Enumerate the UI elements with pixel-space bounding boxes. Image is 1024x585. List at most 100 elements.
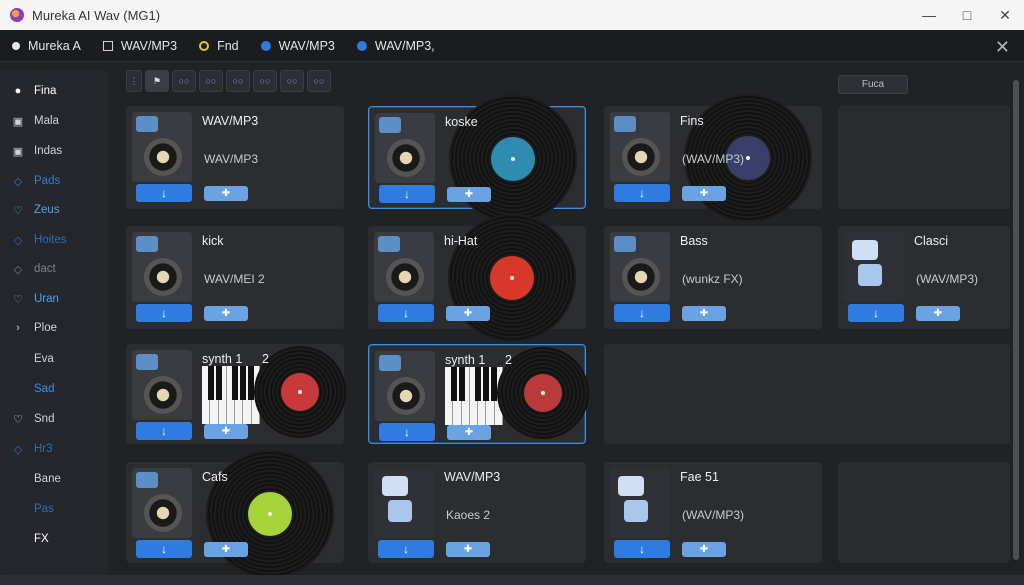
tool-icon[interactable]: ○○ <box>199 70 223 92</box>
add-button[interactable]: ✚ <box>204 186 248 201</box>
sample-card[interactable]: synth 1 2 ↓ ✚ <box>368 344 589 444</box>
sample-card[interactable]: kick WAV/MEI 2 ↓ ✚ <box>126 226 344 329</box>
close-tab-icon[interactable]: ✕ <box>995 37 1010 58</box>
download-button[interactable]: ↓ <box>136 540 192 558</box>
sidebar-item[interactable]: ♡ Snd <box>0 406 108 432</box>
tab-wav-mp3[interactable]: WAV/MP3 <box>91 30 187 62</box>
sample-card[interactable]: WAV/MP3 Kaoes 2 ↓ ✚ <box>368 462 586 563</box>
dot-icon <box>12 41 20 50</box>
add-button[interactable]: ✚ <box>682 542 726 557</box>
minimize-icon[interactable]: — <box>910 0 948 30</box>
add-button[interactable]: ✚ <box>682 306 726 321</box>
download-button[interactable]: ↓ <box>136 184 192 202</box>
sidebar-item[interactable]: Eva <box>0 346 108 372</box>
sidebar-item[interactable]: › Ploe <box>0 315 108 341</box>
add-button[interactable]: ✚ <box>682 186 726 201</box>
tab-wav-mp3-2[interactable]: WAV/MP3 <box>249 30 345 62</box>
sidebar-item-label: FX <box>34 533 49 545</box>
card-title: Clasci <box>914 234 949 248</box>
pointer-tool-icon[interactable]: ⚑ <box>145 70 169 92</box>
add-button[interactable]: ✚ <box>204 424 248 439</box>
sample-thumbnail <box>375 113 435 183</box>
download-button[interactable]: ↓ <box>379 423 435 441</box>
globe-icon <box>356 40 367 51</box>
sample-card[interactable]: Bass (wunkz FX) ↓ ✚ <box>604 226 822 329</box>
tab-find[interactable]: Fnd <box>187 30 249 62</box>
download-button[interactable]: ↓ <box>378 304 434 322</box>
tab-mureka[interactable]: Mureka A <box>0 30 91 62</box>
download-button[interactable]: ↓ <box>848 304 904 322</box>
sidebar-item-icon: ◇ <box>13 263 23 276</box>
sample-card[interactable]: Fae 51 (WAV/MP3) ↓ ✚ <box>604 462 822 563</box>
knob-icon <box>387 139 425 177</box>
card-title: WAV/MP3 <box>202 114 259 128</box>
download-icon: ↓ <box>404 187 410 201</box>
sample-card[interactable]: koske ↓ ✚ <box>368 95 586 223</box>
card-title: synth 1 <box>445 353 486 367</box>
maximize-icon[interactable]: □ <box>948 0 986 30</box>
card-title: Fins <box>680 114 704 128</box>
close-window-icon[interactable]: ✕ <box>986 0 1024 30</box>
sidebar-item[interactable]: ● Fina <box>0 78 108 104</box>
plus-icon: ✚ <box>463 308 473 319</box>
search-button[interactable]: Fuca <box>838 75 908 94</box>
add-button[interactable]: ✚ <box>204 542 248 557</box>
add-button[interactable]: ✚ <box>446 306 490 321</box>
add-button[interactable]: ✚ <box>446 542 490 557</box>
record-hole <box>510 276 514 280</box>
sidebar-item[interactable]: ♡ Uran <box>0 286 108 312</box>
sidebar-item[interactable]: ◇ dact <box>0 256 108 282</box>
knob-icon <box>622 258 660 296</box>
sample-card[interactable]: WAV/MP3 WAV/MP3 ↓ ✚ <box>126 106 344 209</box>
download-button[interactable]: ↓ <box>379 185 435 203</box>
tab-wav-mp3-3[interactable]: WAV/MP3, <box>345 30 445 62</box>
sidebar-item[interactable]: ♡ Zeus <box>0 197 108 223</box>
record-hole <box>298 390 302 394</box>
device-icon <box>379 355 401 371</box>
piano-keys-icon <box>445 367 503 425</box>
sidebar-item[interactable]: Bane <box>0 466 108 492</box>
knob-icon <box>144 494 182 532</box>
sample-card[interactable]: hi-Hat ↓ ✚ <box>368 214 586 342</box>
add-button[interactable]: ✚ <box>204 306 248 321</box>
sidebar-item[interactable]: ◇ Hoites <box>0 227 108 253</box>
tool-icon[interactable]: ○○ <box>172 70 196 92</box>
tab-bar: Mureka A WAV/MP3 Fnd WAV/MP3 WAV/MP3, ✕ <box>0 30 1024 62</box>
download-button[interactable]: ↓ <box>614 540 670 558</box>
sidebar-item-icon: › <box>16 322 20 334</box>
device-icon <box>136 354 158 370</box>
tool-icon[interactable]: ○○ <box>226 70 250 92</box>
add-button[interactable]: ✚ <box>447 425 491 440</box>
sidebar-item-label: Sad <box>34 383 55 395</box>
sample-card[interactable]: Fins (WAV/MP3) ↓ ✚ <box>604 94 822 222</box>
add-button[interactable]: ✚ <box>447 187 491 202</box>
sidebar-item[interactable]: Sad <box>0 376 108 402</box>
sample-card[interactable]: Clasci (WAV/MP3) ↓ ✚ <box>838 226 1010 329</box>
plus-icon: ✚ <box>699 308 709 319</box>
card-title-number: 2 <box>505 353 512 367</box>
tool-icon[interactable]: ○○ <box>280 70 304 92</box>
sample-card[interactable]: Cafs ↓ ✚ <box>126 450 344 578</box>
download-button[interactable]: ↓ <box>378 540 434 558</box>
square-icon <box>102 40 113 51</box>
download-button[interactable]: ↓ <box>136 422 192 440</box>
download-button[interactable]: ↓ <box>614 304 670 322</box>
scroll-thumb[interactable] <box>1013 80 1019 560</box>
device-icon <box>136 472 158 488</box>
sample-card[interactable]: synth 1 2 ↓ ✚ <box>126 344 346 444</box>
add-button[interactable]: ✚ <box>916 306 960 321</box>
sidebar-item[interactable]: ◇ Hr3 <box>0 436 108 462</box>
download-button[interactable]: ↓ <box>136 304 192 322</box>
sidebar-item-label: Zeus <box>34 204 60 216</box>
grip-icon[interactable]: ⋮ <box>126 70 142 92</box>
vertical-scrollbar[interactable] <box>1012 70 1020 575</box>
sidebar-item[interactable]: ▣ Indas <box>0 138 108 164</box>
sample-thumbnail <box>844 232 904 302</box>
tool-icon[interactable]: ○○ <box>253 70 277 92</box>
sidebar-item[interactable]: ◇ Pads <box>0 168 108 194</box>
tool-icon[interactable]: ○○ <box>307 70 331 92</box>
sidebar-item[interactable]: Pas <box>0 496 108 522</box>
download-button[interactable]: ↓ <box>614 184 670 202</box>
sidebar-item[interactable]: ▣ Mala <box>0 108 108 134</box>
sidebar-item[interactable]: FX <box>0 526 108 552</box>
